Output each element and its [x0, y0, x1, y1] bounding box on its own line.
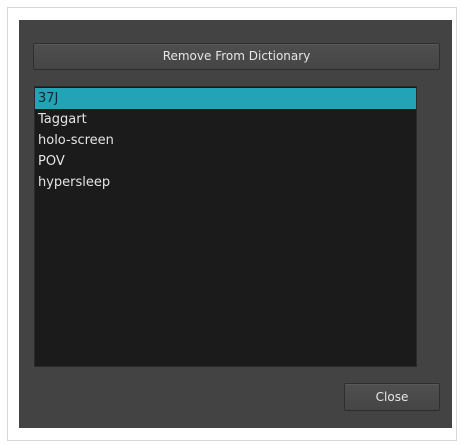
list-item[interactable]: 37J [35, 88, 416, 109]
list-item[interactable]: holo-screen [35, 130, 416, 151]
list-item[interactable]: POV [35, 151, 416, 172]
list-item[interactable]: hypersleep [35, 172, 416, 193]
remove-from-dictionary-button[interactable]: Remove From Dictionary [33, 43, 440, 70]
dictionary-word-list[interactable]: 37J Taggart holo-screen POV hypersleep [34, 86, 417, 367]
close-button[interactable]: Close [344, 383, 440, 411]
list-item[interactable]: Taggart [35, 109, 416, 130]
